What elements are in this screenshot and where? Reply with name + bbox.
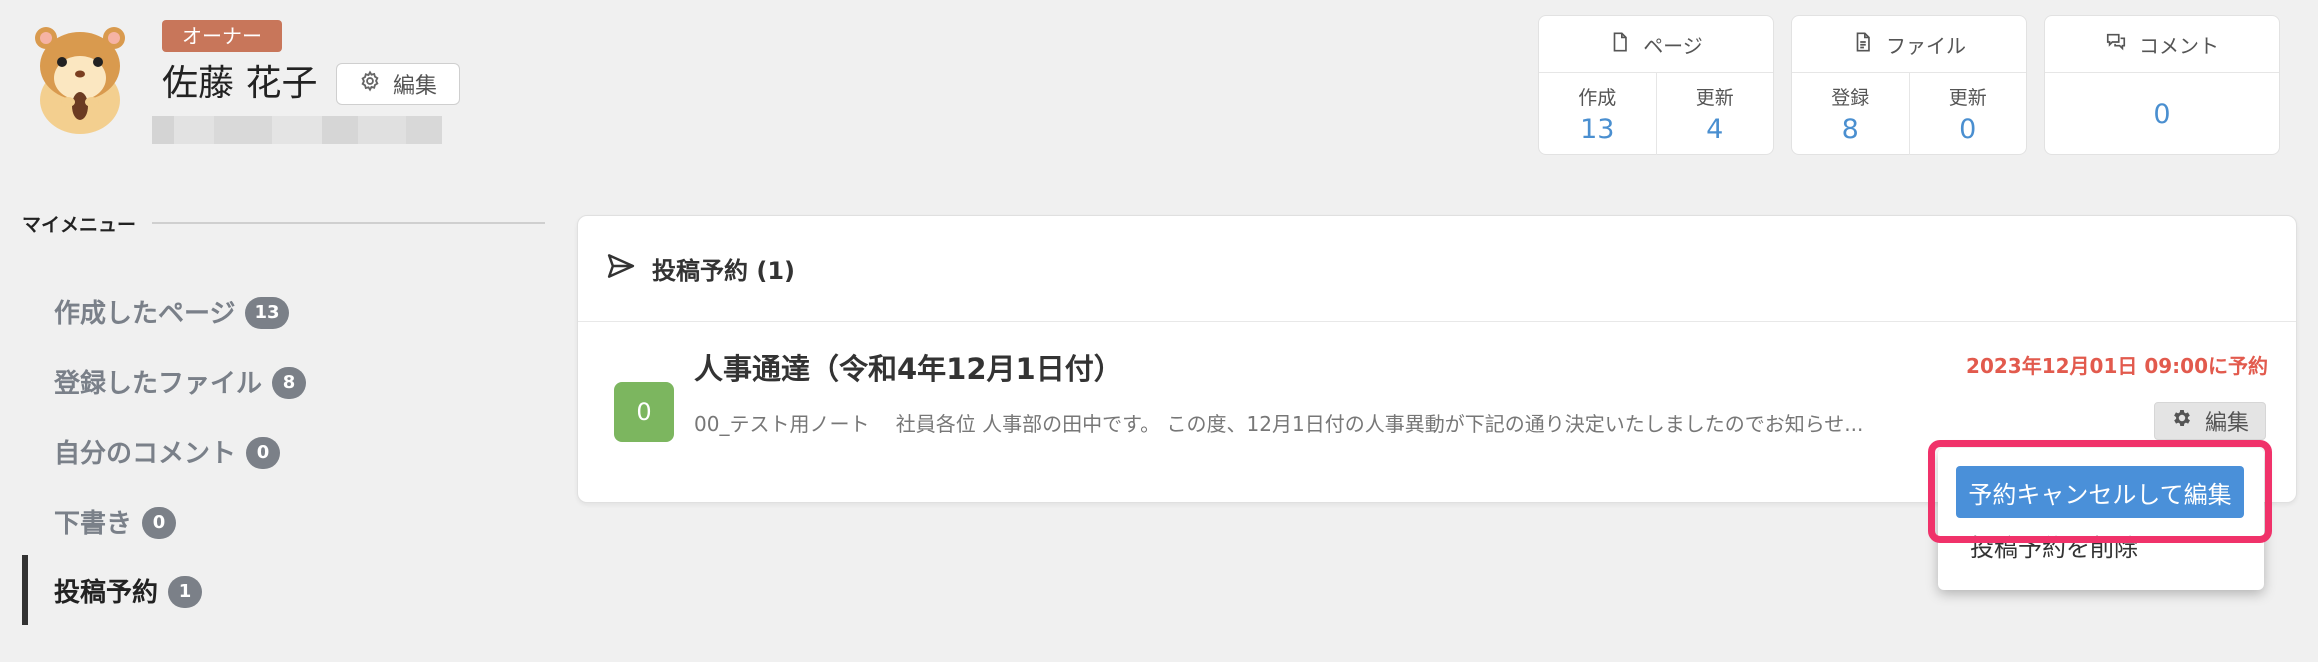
stat-label: 作成 <box>1578 87 1617 109</box>
sidebar-item-label: 自分のコメント <box>54 438 237 469</box>
gear-icon <box>359 70 381 98</box>
stat-label: 更新 <box>1695 87 1734 109</box>
sidebar-item-label: 投稿予約 <box>54 577 159 608</box>
delete-scheduled-post-item[interactable]: 投稿予約を削除 <box>1970 528 2138 563</box>
sidebar-item-label: 登録したファイル <box>54 368 263 399</box>
sidebar-item-registered-files[interactable]: 登録したファイル 8 <box>54 359 307 403</box>
stat-files-registered[interactable]: 登録 8 <box>1792 73 1909 155</box>
count-badge: 0 <box>142 507 177 539</box>
stat-title: ファイル <box>1886 33 1966 58</box>
entry-badge: 0 <box>614 382 674 442</box>
profile-edit-label: 編集 <box>392 74 437 99</box>
stat-card-files: ファイル 登録 8 更新 0 <box>1791 15 2027 155</box>
stat-files-updated[interactable]: 更新 0 <box>1908 73 2027 155</box>
menu-title: マイメニュー <box>22 214 137 236</box>
stat-card-pages: ページ 作成 13 更新 4 <box>1538 15 1774 155</box>
count-badge: 8 <box>272 367 307 399</box>
entry-edit-dropdown: 予約キャンセルして編集 投稿予約を削除 <box>1938 448 2264 590</box>
owner-badge: オーナー <box>162 20 282 52</box>
stat-card-comments: コメント 0 <box>2044 15 2280 155</box>
count-badge: 0 <box>246 437 281 469</box>
entry-title[interactable]: 人事通達（令和4年12月1日付） <box>694 346 1123 388</box>
entry-excerpt: 00_テスト用ノート 社員各位 人事部の田中です。 この度、12月1日付の人事異… <box>694 412 1864 436</box>
document-icon <box>1852 31 1874 58</box>
stat-pages-updated[interactable]: 更新 4 <box>1655 73 1774 155</box>
redacted-email <box>152 116 442 144</box>
sidebar-item-drafts[interactable]: 下書き 0 <box>54 499 177 543</box>
sidebar-item-label: 下書き <box>54 508 133 539</box>
sidebar-item-created-pages[interactable]: 作成したページ 13 <box>54 289 289 333</box>
stat-pages-created[interactable]: 作成 13 <box>1539 73 1656 155</box>
stat-title: ページ <box>1643 33 1703 58</box>
gear-icon <box>2171 407 2193 435</box>
stat-label: 更新 <box>1948 87 1987 109</box>
entry-edit-button[interactable]: 編集 <box>2154 402 2266 440</box>
stat-value: 13 <box>1580 114 1615 145</box>
sidebar-item-label: 作成したページ <box>54 298 236 329</box>
card-heading: 投稿予約 (1) <box>652 257 795 285</box>
count-badge: 13 <box>245 297 289 329</box>
cancel-schedule-and-edit-button[interactable]: 予約キャンセルして編集 <box>1956 466 2244 518</box>
avatar <box>24 22 136 134</box>
file-icon <box>1609 31 1631 58</box>
stat-label: 登録 <box>1831 87 1870 109</box>
stat-title: コメント <box>2139 33 2219 58</box>
count-badge: 1 <box>168 576 203 608</box>
stat-value: 8 <box>1841 114 1859 145</box>
comments-icon <box>2105 31 2127 58</box>
menu-divider <box>152 222 545 224</box>
stat-value: 0 <box>1959 114 1977 145</box>
entry-edit-label: 編集 <box>2204 411 2249 436</box>
sidebar-item-scheduled-posts[interactable]: 投稿予約 1 <box>54 568 203 612</box>
entry-schedule-time: 2023年12月01日 09:00に予約 <box>1966 354 2268 378</box>
active-indicator <box>22 555 28 625</box>
user-name: 佐藤 花子 <box>162 63 318 104</box>
sidebar-item-my-comments[interactable]: 自分のコメント 0 <box>54 429 281 473</box>
paper-plane-icon <box>606 251 636 287</box>
stat-value: 4 <box>1706 114 1724 145</box>
stat-comments-count[interactable]: 0 <box>2045 73 2279 155</box>
profile-edit-button[interactable]: 編集 <box>336 63 460 105</box>
